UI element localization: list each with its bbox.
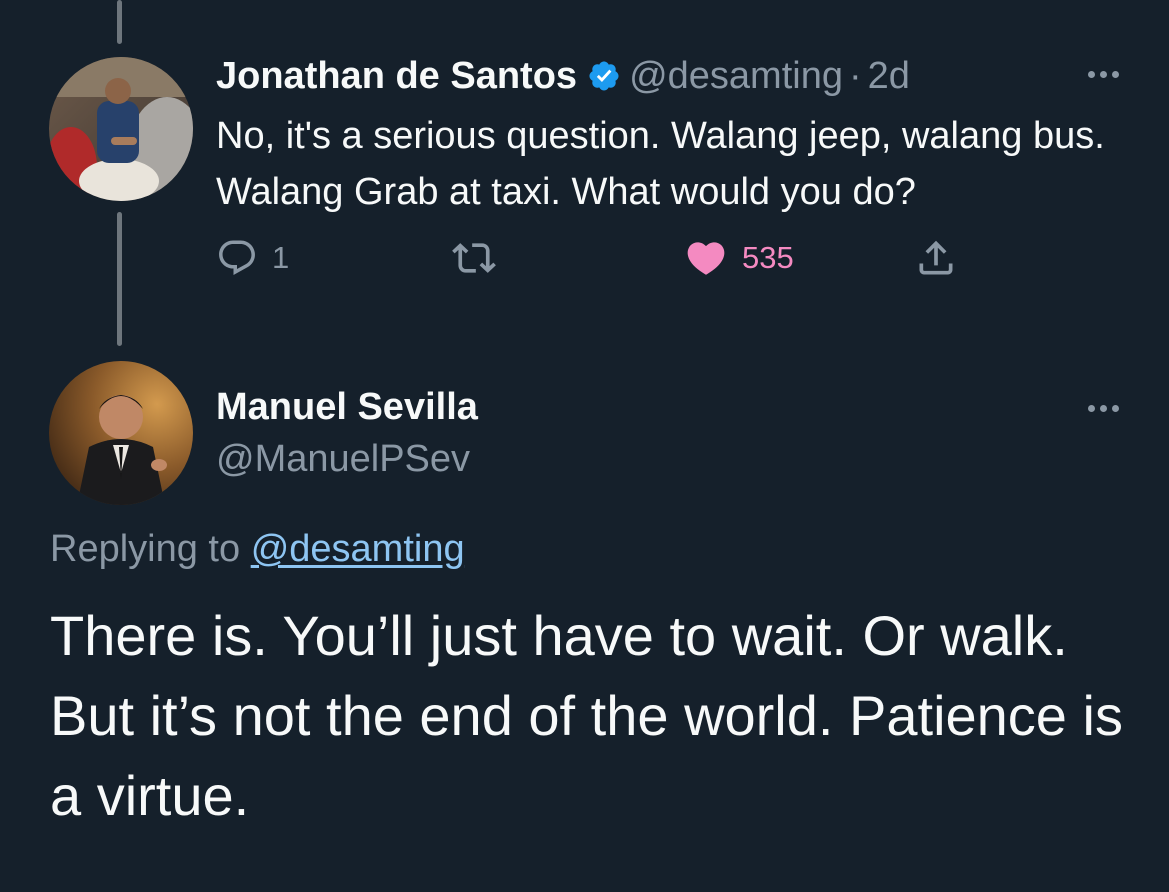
parent-author-avatar[interactable] xyxy=(49,57,193,201)
heart-icon xyxy=(687,242,725,275)
replying-to: Replying to @desamting xyxy=(50,528,465,571)
reply-author-name[interactable]: Manuel Sevilla xyxy=(216,386,478,429)
more-icon[interactable] xyxy=(1088,405,1119,412)
parent-author-name[interactable]: Jonathan de Santos xyxy=(216,55,577,98)
reply-author-avatar[interactable] xyxy=(49,361,193,505)
thread-line-top xyxy=(117,0,122,44)
retweet-icon xyxy=(452,243,496,273)
verified-badge-icon xyxy=(587,59,621,93)
retweet-button[interactable] xyxy=(452,232,496,284)
parent-author-handle[interactable]: @desamting xyxy=(629,55,843,98)
like-count: 535 xyxy=(742,240,794,275)
header-separator: · xyxy=(848,54,862,97)
parent-tweet-header: Jonathan de Santos @desamting · 2d xyxy=(216,52,910,100)
reply-button[interactable]: 1 xyxy=(216,232,289,284)
like-button[interactable]: 535 xyxy=(684,232,794,284)
reply-count: 1 xyxy=(272,240,290,275)
parent-tweet-text: No, it's a serious question. Walang jeep… xyxy=(216,115,1105,213)
reply-tweet-text: There is. You’ll just have to wait. Or w… xyxy=(50,604,1123,827)
replying-to-label: Replying to xyxy=(50,528,241,570)
reply-icon xyxy=(219,240,255,275)
tweet-timestamp[interactable]: 2d xyxy=(868,55,910,98)
share-icon xyxy=(919,240,953,275)
reply-author-handle[interactable]: @ManuelPSev xyxy=(216,438,470,481)
replying-to-handle-link[interactable]: @desamting xyxy=(251,528,465,570)
more-icon[interactable] xyxy=(1088,71,1119,78)
parent-tweet-actions: 1 535 xyxy=(216,232,976,284)
thread-line-bottom xyxy=(117,212,122,346)
share-button[interactable] xyxy=(914,232,958,284)
